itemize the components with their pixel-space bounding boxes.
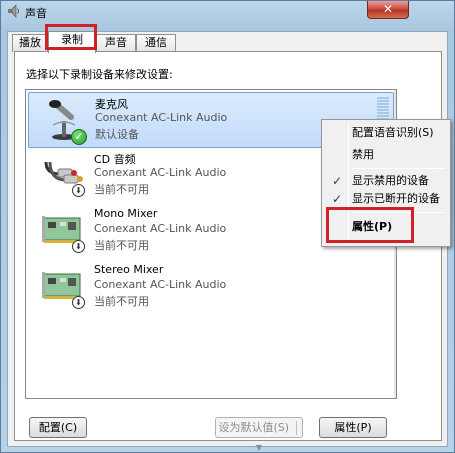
menu-item-label: 显示禁用的设备 <box>352 174 429 187</box>
split-divider <box>295 421 297 435</box>
set-default-label: 设为默认值(S) <box>218 421 290 434</box>
down-arrow-icon: ⬇ <box>72 240 85 253</box>
tab-recording[interactable]: 录制 <box>48 31 96 53</box>
device-item-stereo-mixer[interactable]: ⬇ Stereo Mixer Conexant AC-Link Audio 当前… <box>28 260 394 316</box>
menu-item-show-disconnected[interactable]: ✓ 显示已断开的设备 <box>324 188 448 210</box>
device-driver: Conexant AC-Link Audio <box>94 166 227 179</box>
down-arrow-icon: ⬇ <box>72 296 85 309</box>
device-name: Stereo Mixer <box>94 263 164 276</box>
configure-button[interactable]: 配置(C) <box>29 417 87 438</box>
menu-item-disable[interactable]: 禁用 <box>324 144 448 166</box>
tab-strip: 播放 录制 声音 通信 <box>9 31 309 53</box>
device-name: Mono Mixer <box>94 207 158 220</box>
device-name: 麦克风 <box>95 98 128 111</box>
device-status: 当前不可用 <box>94 239 149 252</box>
close-icon: ✕ <box>382 2 394 16</box>
context-menu: 配置语音识别(S) 禁用 ✓ 显示禁用的设备 ✓ 显示已断开的设备 属性(P) <box>321 119 451 247</box>
menu-separator <box>352 168 446 169</box>
menu-item-label: 禁用 <box>352 148 374 161</box>
device-driver: Conexant AC-Link Audio <box>94 278 227 291</box>
menu-item-label: 显示已断开的设备 <box>352 192 440 205</box>
device-status: 当前不可用 <box>94 295 149 308</box>
default-check-icon: ✓ <box>71 129 87 145</box>
device-name: CD 音频 <box>94 153 136 166</box>
tab-sounds[interactable]: 声音 <box>96 34 136 52</box>
set-default-split-button[interactable]: 设为默认值(S) ▼ <box>215 417 303 452</box>
properties-button[interactable]: 属性(P) <box>319 417 387 438</box>
speaker-icon <box>8 4 19 18</box>
title-bar[interactable]: 声音 ✕ <box>1 1 454 23</box>
instruction-text: 选择以下录制设备来修改设置: <box>26 68 173 81</box>
down-arrow-icon: ⬇ <box>72 184 85 197</box>
device-driver: Conexant AC-Link Audio <box>94 222 227 235</box>
device-status: 当前不可用 <box>94 183 149 196</box>
device-driver: Conexant AC-Link Audio <box>95 111 228 124</box>
close-button[interactable]: ✕ <box>367 1 409 19</box>
device-status: 默认设备 <box>95 128 139 141</box>
tab-communications[interactable]: 通信 <box>136 34 176 52</box>
menu-item-configure-speech[interactable]: 配置语音识别(S) <box>324 122 448 144</box>
check-icon: ✓ <box>332 192 343 206</box>
menu-separator <box>352 212 446 213</box>
window-title: 声音 <box>25 7 47 20</box>
menu-item-label: 配置语音识别(S) <box>352 126 434 139</box>
tab-playback[interactable]: 播放 <box>12 34 48 52</box>
menu-item-properties[interactable]: 属性(P) <box>324 216 448 238</box>
chevron-down-icon[interactable]: ▼ <box>256 443 262 452</box>
menu-item-label: 属性(P) <box>352 220 393 233</box>
sound-dialog-window: 声音 ✕ 播放 录制 声音 通信 选择以下录制设备来修改设置: ✓ 麦克风 Co… <box>0 0 455 453</box>
